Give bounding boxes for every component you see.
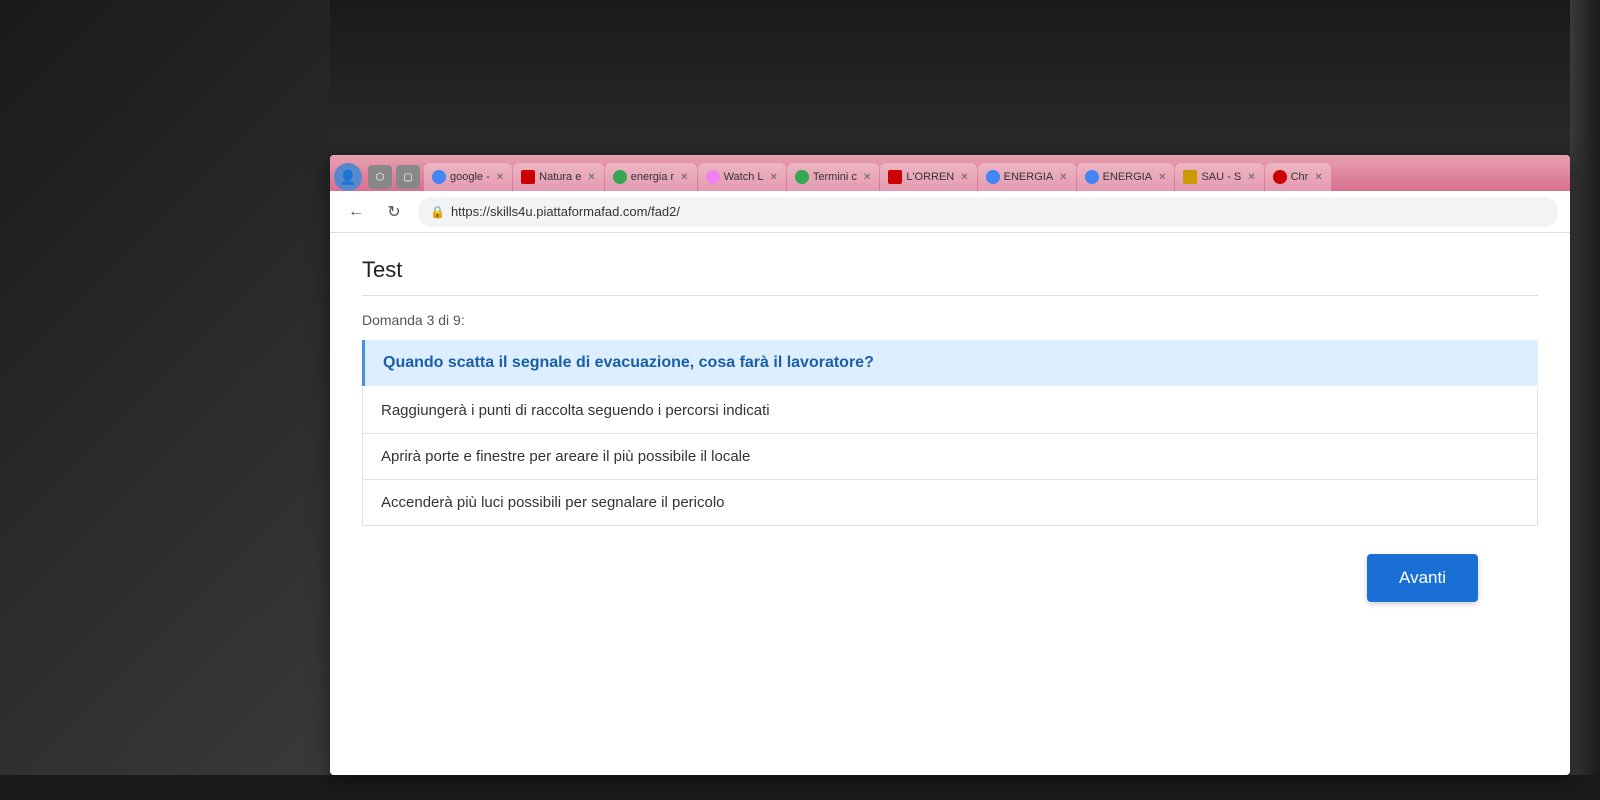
address-bar: ← ↻ 🔒 https://skills4u.piattaformafad.co… [330,191,1570,233]
lock-icon: 🔒 [430,205,445,219]
extensions-icon[interactable]: ⬡ [368,165,392,189]
question-counter: Domanda 3 di 9: [362,312,1538,328]
tab-close-icon[interactable]: ✕ [496,172,504,183]
profile-icon[interactable]: 👤 [334,163,362,191]
tab-energia2[interactable]: ENERGIA ✕ [978,163,1076,191]
answer-option-3[interactable]: Accenderà più luci possibili per segnala… [362,480,1538,526]
answer-option-2[interactable]: Aprirà porte e finestre per areare il pi… [362,434,1538,480]
tab-energia1[interactable]: energia r ✕ [605,163,697,191]
answer-text-3: Accenderà più luci possibili per segnala… [381,494,725,511]
tab-bar: 👤 ⬡ ▢ google - ✕ Natura e ✕ energia r ✕ [330,155,1570,191]
avanti-button[interactable]: Avanti [1367,554,1478,602]
answer-option-1[interactable]: Raggiungerà i punti di raccolta seguendo… [362,388,1538,434]
tabs-container: google - ✕ Natura e ✕ energia r ✕ Watch … [424,163,1566,191]
refresh-button[interactable]: ↻ [380,198,408,226]
url-text: https://skills4u.piattaformafad.com/fad2… [451,204,680,219]
tab-chr[interactable]: Chr ✕ [1265,163,1331,191]
answer-text-2: Aprirà porte e finestre per areare il pi… [381,448,750,465]
question-box: Quando scatta il segnale di evacuazione,… [362,340,1538,386]
tab-natura[interactable]: Natura e ✕ [513,163,604,191]
tab-close-icon[interactable]: ✕ [1247,172,1255,183]
tab-sau[interactable]: SAU - S ✕ [1175,163,1263,191]
tab-close-icon[interactable]: ✕ [1314,172,1322,183]
page-content: Test Domanda 3 di 9: Quando scatta il se… [330,233,1570,775]
tab-google[interactable]: google - ✕ [424,163,512,191]
windows-icon[interactable]: ▢ [396,165,420,189]
tab-termini[interactable]: Termini c ✕ [787,163,879,191]
tab-close-icon[interactable]: ✕ [960,172,968,183]
question-text: Quando scatta il segnale di evacuazione,… [383,354,874,371]
page-title: Test [362,257,1538,296]
tab-close-icon[interactable]: ✕ [1158,172,1166,183]
back-button[interactable]: ← [342,198,370,226]
tab-close-icon[interactable]: ✕ [1059,172,1067,183]
tab-watch[interactable]: Watch L ✕ [698,163,786,191]
tab-close-icon[interactable]: ✕ [863,172,871,183]
tab-lorren[interactable]: L'ORREN ✕ [880,163,976,191]
tab-close-icon[interactable]: ✕ [680,172,688,183]
tab-close-icon[interactable]: ✕ [587,172,595,183]
browser-window: 👤 ⬡ ▢ google - ✕ Natura e ✕ energia r ✕ [330,155,1570,775]
answer-text-1: Raggiungerà i punti di raccolta seguendo… [381,402,770,419]
tab-energia3[interactable]: ENERGIA ✕ [1077,163,1175,191]
url-bar[interactable]: 🔒 https://skills4u.piattaformafad.com/fa… [418,197,1558,227]
tab-close-icon[interactable]: ✕ [770,172,778,183]
avanti-container: Avanti [362,554,1538,602]
